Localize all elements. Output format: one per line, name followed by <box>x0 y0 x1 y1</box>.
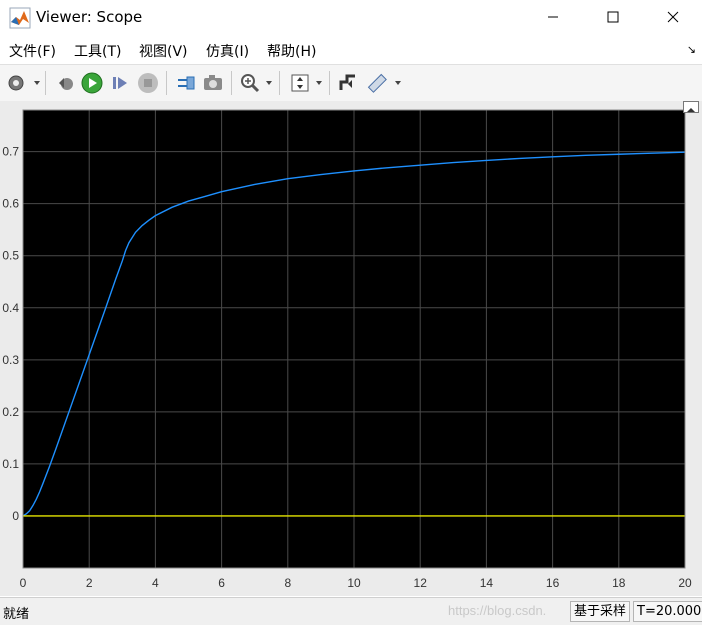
highlight-icon <box>178 76 195 90</box>
toolbar-separator <box>45 71 46 95</box>
y-tick-label: 0.1 <box>2 457 19 471</box>
x-tick-label: 18 <box>612 576 626 590</box>
zoom-button[interactable] <box>238 71 262 95</box>
matlab-logo-icon <box>9 7 31 29</box>
measure-dropdown-icon[interactable] <box>394 79 402 87</box>
toolbar-separator <box>329 71 330 95</box>
scale-axes-button[interactable] <box>288 71 312 95</box>
run-icon <box>81 72 103 94</box>
x-tick-label: 20 <box>678 576 692 590</box>
y-tick-label: 0.2 <box>2 405 19 419</box>
arrow-up-icon <box>687 108 695 112</box>
toolbar-separator <box>231 71 232 95</box>
y-tick-label: 0.6 <box>2 197 19 211</box>
x-tick-label: 6 <box>218 576 225 590</box>
scope-plot[interactable]: 0 2 4 6 8 10 12 14 16 18 20 0 0.1 0.2 0.3 0.4 0.5 0.6 0.7 <box>0 101 702 596</box>
menu-simulation[interactable]: 仿真(I) <box>206 41 249 61</box>
watermark: https://blog.csdn. <box>448 603 547 618</box>
zoom-icon <box>241 74 260 93</box>
toolbar-separator <box>166 71 167 95</box>
toolbar <box>0 64 702 102</box>
x-tick-label: 16 <box>546 576 560 590</box>
x-tick-label: 12 <box>414 576 428 590</box>
x-tick-label: 4 <box>152 576 159 590</box>
x-tick-label: 14 <box>480 576 494 590</box>
x-tick-label: 2 <box>86 576 93 590</box>
zoom-dropdown-icon[interactable] <box>265 79 273 87</box>
trigger-button[interactable] <box>336 71 360 95</box>
scale-dropdown-icon[interactable] <box>315 79 323 87</box>
trigger-icon <box>339 74 355 90</box>
window-title: Viewer: Scope <box>36 8 143 26</box>
menu-view[interactable]: 视图(V) <box>139 41 188 61</box>
y-tick-label: 0 <box>12 509 19 523</box>
close-button[interactable] <box>650 0 696 34</box>
maximize-icon <box>607 11 619 23</box>
step-back-button[interactable] <box>54 71 78 95</box>
scale-axes-icon <box>291 74 309 92</box>
x-tick-label: 0 <box>20 576 27 590</box>
settings-icon <box>8 75 24 91</box>
measurements-button[interactable] <box>365 71 389 95</box>
y-tick-label: 0.3 <box>2 353 19 367</box>
minimize-button[interactable] <box>530 0 576 34</box>
y-tick-label: 0.5 <box>2 249 19 263</box>
scope-display: 0 2 4 6 8 10 12 14 16 18 20 0 0.1 0.2 0.3 0.4 0.5 0.6 0.7 <box>0 101 702 596</box>
x-tick-label: 8 <box>284 576 291 590</box>
measure-icon <box>367 73 387 93</box>
step-forward-button[interactable] <box>108 71 132 95</box>
undock-button[interactable] <box>683 101 699 113</box>
status-text: 就绪 <box>3 607 30 622</box>
stop-button[interactable] <box>136 71 160 95</box>
toolbar-separator <box>279 71 280 95</box>
snapshot-icon <box>204 75 222 90</box>
title-bar: Viewer: Scope <box>0 0 702 36</box>
stop-icon <box>138 73 158 93</box>
sample-mode-indicator: 基于采样 <box>570 601 631 622</box>
y-tick-label: 0.7 <box>2 145 19 159</box>
close-icon <box>667 11 679 23</box>
step-forward-icon <box>113 77 127 89</box>
run-button[interactable] <box>80 71 104 95</box>
menu-tools[interactable]: 工具(T) <box>74 41 121 61</box>
minimize-icon <box>548 16 558 18</box>
settings-dropdown-icon[interactable] <box>33 79 41 87</box>
sim-time-indicator: T=20.000 <box>633 601 702 622</box>
menu-file[interactable]: 文件(F) <box>9 41 56 61</box>
step-back-icon <box>59 78 73 90</box>
highlight-block-button[interactable] <box>174 71 198 95</box>
y-tick-label: 0.4 <box>2 301 19 315</box>
settings-button[interactable] <box>4 71 28 95</box>
menu-bar: 文件(F) 工具(T) 视图(V) 仿真(I) 帮助(H) ↘ <box>0 37 702 63</box>
menu-help[interactable]: 帮助(H) <box>267 41 316 61</box>
status-bar: 就绪 https://blog.csdn. 基于采样 T=20.000 <box>0 597 702 625</box>
maximize-button[interactable] <box>590 0 636 34</box>
dock-arrow-icon[interactable]: ↘ <box>687 43 696 56</box>
snapshot-button[interactable] <box>201 71 225 95</box>
x-tick-label: 10 <box>347 576 361 590</box>
